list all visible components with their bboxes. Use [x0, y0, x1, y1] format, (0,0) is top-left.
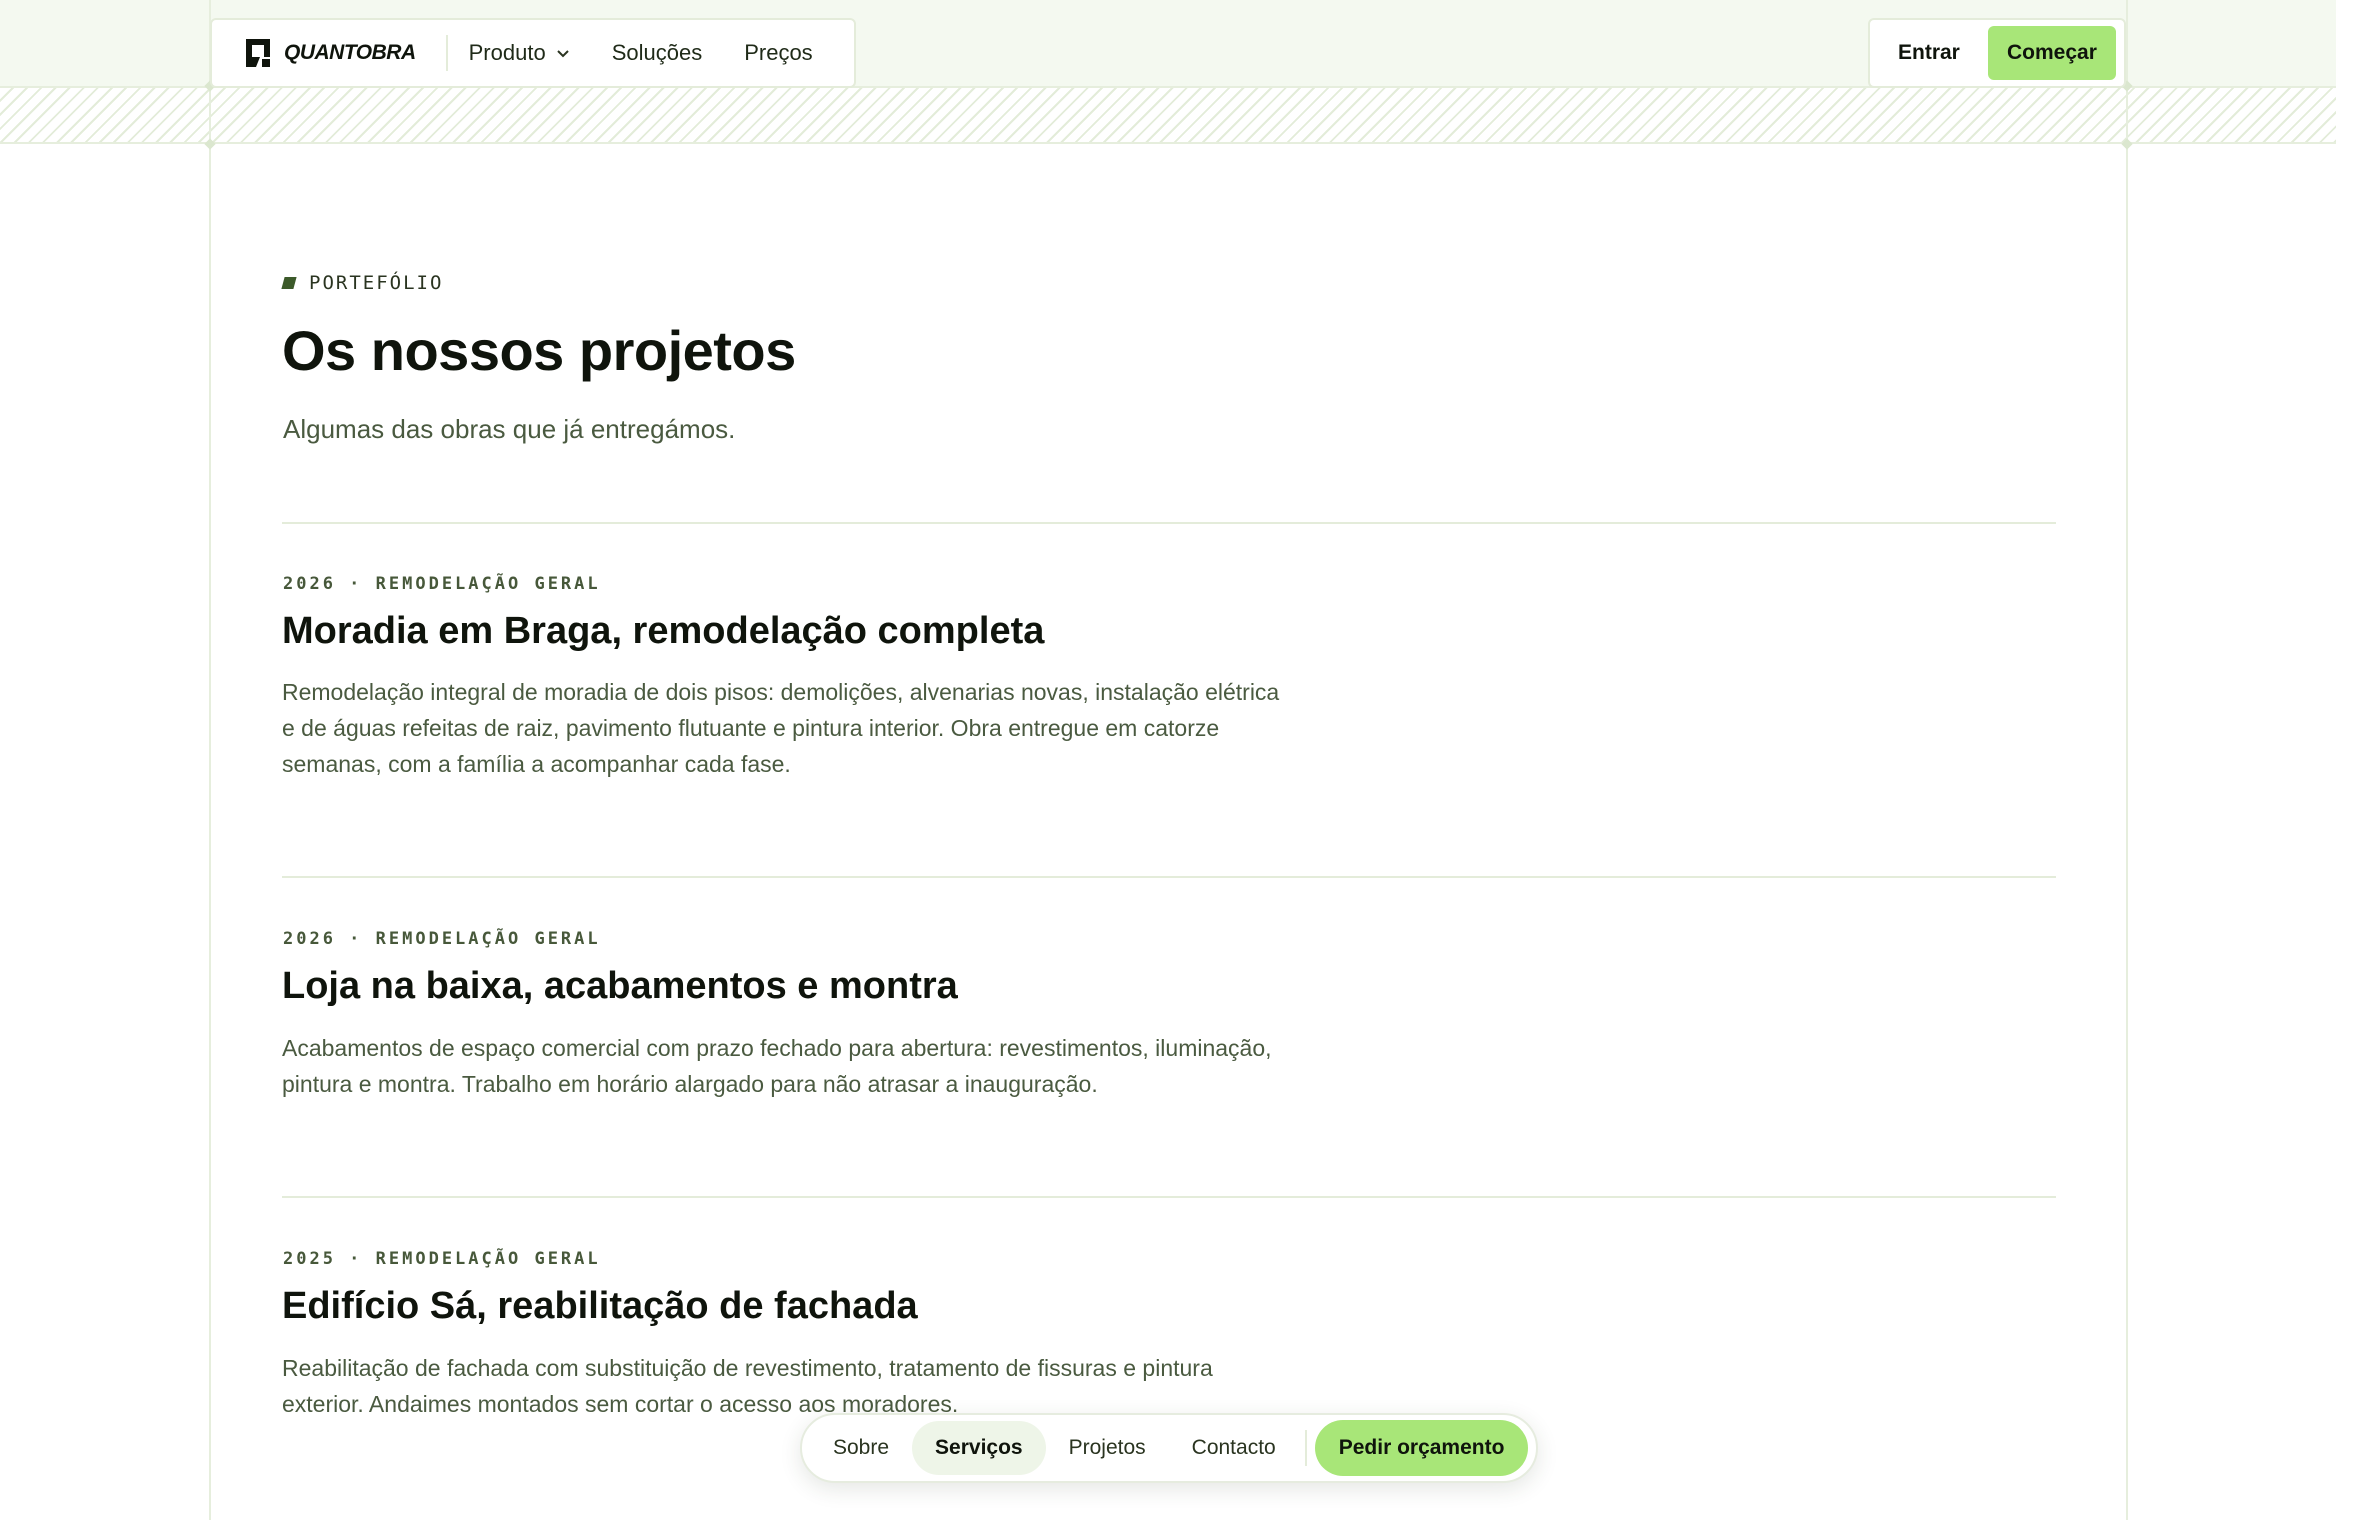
project-description: Remodelação integral de moradia de dois …	[282, 679, 1280, 777]
brand-name: QUANTOBRA	[284, 41, 416, 64]
frame-line-right	[2126, 0, 2128, 1520]
project-meta: 2026 · REMODELAÇÃO GERAL	[283, 929, 601, 949]
section-link-contacto[interactable]: Contacto	[1169, 1421, 1299, 1475]
project-title: Edifício Sá, reabilitação de fachada	[282, 1285, 918, 1327]
project-description: Acabamentos de espaço comercial com praz…	[282, 1035, 1272, 1097]
project-meta: 2025 · REMODELAÇÃO GERAL	[283, 1249, 601, 1269]
project-description: Reabilitação de fachada com substituição…	[282, 1355, 1213, 1417]
brand-logo[interactable]: QUANTOBRA	[212, 20, 446, 86]
login-button[interactable]: Entrar	[1870, 26, 1988, 80]
square-bullet-icon	[281, 277, 297, 289]
section-eyebrow: PORTEFÓLIO	[281, 272, 444, 294]
header-actions: Entrar Começar	[1868, 18, 2126, 88]
nav-item-label: Produto	[468, 40, 546, 65]
section-link-projetos[interactable]: Projetos	[1046, 1421, 1169, 1475]
chevron-down-icon	[556, 45, 570, 61]
project-title: Loja na baixa, acabamentos e montra	[282, 965, 958, 1007]
frame-line-left	[209, 0, 211, 1520]
section-link-sobre[interactable]: Sobre	[810, 1421, 912, 1475]
project-item[interactable]: 2026 · REMODELAÇÃO GERAL Loja na baixa, …	[282, 876, 2056, 1097]
main-nav: QUANTOBRA Produto Soluções Preços	[210, 18, 856, 88]
eyebrow-label: PORTEFÓLIO	[309, 272, 444, 294]
project-title: Moradia em Braga, remodelação completa	[282, 610, 1045, 652]
hatch-divider	[0, 86, 2336, 144]
page-title: Os nossos projetos	[282, 319, 796, 382]
request-quote-button[interactable]: Pedir orçamento	[1314, 1420, 1529, 1476]
nav-divider	[1304, 1430, 1307, 1466]
nav-item-label: Soluções	[611, 40, 703, 65]
project-item[interactable]: 2025 · REMODELAÇÃO GERAL Edifício Sá, re…	[282, 1196, 2056, 1417]
nav-item-precos[interactable]: Preços	[723, 20, 833, 86]
nav-item-produto[interactable]: Produto	[448, 20, 591, 86]
floating-section-nav: Sobre Serviços Projetos Contacto Pedir o…	[800, 1413, 1538, 1483]
project-meta: 2026 · REMODELAÇÃO GERAL	[283, 574, 601, 594]
nav-item-solucoes[interactable]: Soluções	[591, 20, 724, 86]
logo-mark-icon	[246, 39, 270, 67]
section-link-servicos[interactable]: Serviços	[912, 1421, 1046, 1475]
page-subtitle: Algumas das obras que já entregámos.	[283, 414, 736, 444]
start-button[interactable]: Começar	[1987, 26, 2116, 80]
project-item[interactable]: 2026 · REMODELAÇÃO GERAL Moradia em Brag…	[282, 522, 2056, 777]
nav-item-label: Preços	[744, 40, 813, 65]
